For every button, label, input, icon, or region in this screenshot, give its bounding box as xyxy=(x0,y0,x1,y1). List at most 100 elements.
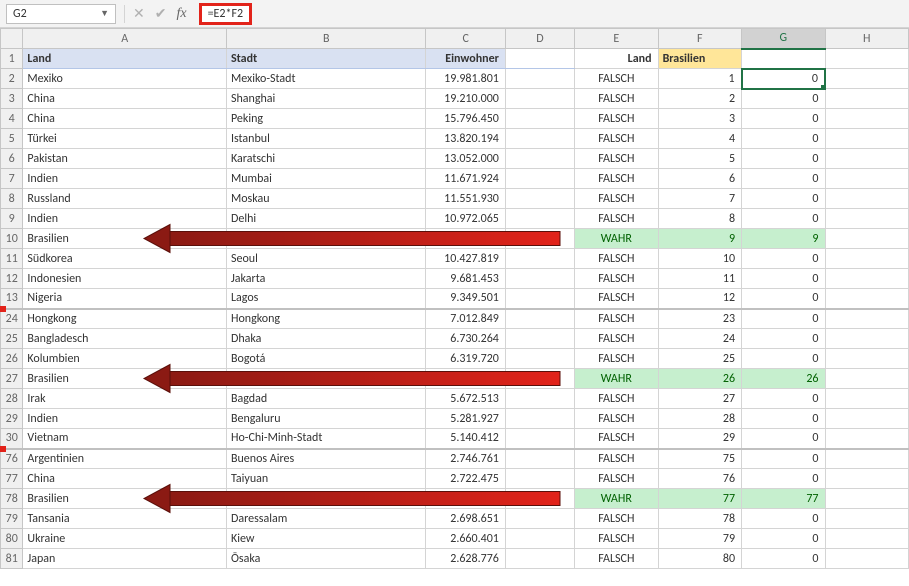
cell-f[interactable]: 26 xyxy=(658,369,741,389)
cell-e[interactable]: WAHR xyxy=(575,369,658,389)
cell-g[interactable]: 26 xyxy=(742,369,825,389)
cell[interactable] xyxy=(505,449,574,469)
cell-einwohner[interactable]: 2.698.651 xyxy=(426,509,505,529)
cell[interactable] xyxy=(825,489,909,509)
cell-e[interactable]: FALSCH xyxy=(575,109,658,129)
cell[interactable] xyxy=(505,369,574,389)
cell-e[interactable]: FALSCH xyxy=(575,69,658,89)
cell-land[interactable]: Indien xyxy=(23,169,227,189)
cell-g[interactable]: 0 xyxy=(742,189,825,209)
cell[interactable] xyxy=(505,249,574,269)
cell[interactable] xyxy=(825,409,909,429)
cell-stadt[interactable]: Lagos xyxy=(226,289,426,309)
cell-stadt[interactable]: Taiyuan xyxy=(226,469,426,489)
cell-f[interactable]: 7 xyxy=(658,189,741,209)
row-header[interactable]: 27 xyxy=(1,369,23,389)
cell-f[interactable]: 6 xyxy=(658,169,741,189)
cell-einwohner[interactable]: 13.052.000 xyxy=(426,149,505,169)
cell-f[interactable]: 75 xyxy=(658,449,741,469)
cell[interactable] xyxy=(505,389,574,409)
cell[interactable] xyxy=(825,289,909,309)
cell-stadt[interactable]: Ho-Chi-Minh-Stadt xyxy=(226,429,426,449)
cell[interactable] xyxy=(825,189,909,209)
col-header-H[interactable]: H xyxy=(825,29,909,49)
row-header[interactable]: 25 xyxy=(1,329,23,349)
cell-land[interactable]: Mexiko xyxy=(23,69,227,89)
cell-einwohner[interactable]: 5.281.927 xyxy=(426,409,505,429)
cell[interactable] xyxy=(825,249,909,269)
cell[interactable] xyxy=(505,189,574,209)
row-header[interactable]: 6 xyxy=(1,149,23,169)
cell-einwohner[interactable]: 10.427.819 xyxy=(426,249,505,269)
cell[interactable] xyxy=(505,289,574,309)
cell-f[interactable]: 24 xyxy=(658,329,741,349)
enter-icon[interactable]: ✔ xyxy=(155,7,167,21)
header-land[interactable]: Land xyxy=(23,49,227,69)
cell-einwohner[interactable]: 6.319.720 xyxy=(426,349,505,369)
cell-stadt[interactable]: Buenos Aires xyxy=(226,449,426,469)
row-header[interactable]: 24 xyxy=(1,309,23,329)
cell[interactable] xyxy=(825,389,909,409)
cell-stadt[interactable]: Ōsaka xyxy=(226,549,426,569)
cell[interactable] xyxy=(505,69,574,89)
cell-e[interactable]: FALSCH xyxy=(575,149,658,169)
cell[interactable] xyxy=(505,269,574,289)
cell-einwohner[interactable] xyxy=(426,369,505,389)
cell-f[interactable]: 1 xyxy=(658,69,741,89)
cell-g[interactable]: 0 xyxy=(742,69,825,89)
fx-icon[interactable]: fx xyxy=(176,7,186,21)
formula-input[interactable] xyxy=(252,4,903,24)
cell-land[interactable]: Irak xyxy=(23,389,227,409)
cell-land[interactable]: Nigeria xyxy=(23,289,227,309)
cell-e[interactable]: FALSCH xyxy=(575,469,658,489)
row-header[interactable]: 77 xyxy=(1,469,23,489)
cell-e[interactable]: FALSCH xyxy=(575,549,658,569)
cell-g[interactable]: 77 xyxy=(742,489,825,509)
cell-land[interactable]: Indonesien xyxy=(23,269,227,289)
cell-g[interactable]: 0 xyxy=(742,89,825,109)
row-header[interactable]: 11 xyxy=(1,249,23,269)
cell-f[interactable]: 5 xyxy=(658,149,741,169)
row-header[interactable]: 8 xyxy=(1,189,23,209)
cell-einwohner[interactable]: 19.210.000 xyxy=(426,89,505,109)
cell[interactable] xyxy=(505,109,574,129)
cell-land[interactable]: Argentinien xyxy=(23,449,227,469)
cell-stadt[interactable]: Mexiko-Stadt xyxy=(226,69,426,89)
cell[interactable] xyxy=(505,89,574,109)
cell-g[interactable]: 0 xyxy=(742,469,825,489)
cell-land[interactable]: China xyxy=(23,109,227,129)
cell-einwohner[interactable] xyxy=(426,489,505,509)
cell-g[interactable]: 0 xyxy=(742,309,825,329)
cell[interactable] xyxy=(505,349,574,369)
cell[interactable] xyxy=(505,229,574,249)
cell-e[interactable]: WAHR xyxy=(575,489,658,509)
cell-f[interactable]: 25 xyxy=(658,349,741,369)
cell-einwohner[interactable]: 2.628.776 xyxy=(426,549,505,569)
cell-f[interactable]: 76 xyxy=(658,469,741,489)
cell-land[interactable]: Türkei xyxy=(23,129,227,149)
cell-f[interactable]: 79 xyxy=(658,529,741,549)
cell-stadt[interactable]: Jakarta xyxy=(226,269,426,289)
select-all-corner[interactable] xyxy=(1,29,23,49)
cell-g[interactable]: 0 xyxy=(742,349,825,369)
row-header[interactable]: 12 xyxy=(1,269,23,289)
cell-einwohner[interactable]: 15.796.450 xyxy=(426,109,505,129)
cell[interactable] xyxy=(825,449,909,469)
cell-land[interactable]: Ukraine xyxy=(23,529,227,549)
cell-land[interactable]: Brasilien xyxy=(23,369,227,389)
cell-einwohner[interactable]: 10.972.065 xyxy=(426,209,505,229)
row-header[interactable]: 7 xyxy=(1,169,23,189)
cell-e[interactable]: FALSCH xyxy=(575,349,658,369)
cell-g[interactable]: 0 xyxy=(742,429,825,449)
cell-e[interactable]: FALSCH xyxy=(575,309,658,329)
cell-stadt[interactable]: Bagdad xyxy=(226,389,426,409)
cell-land[interactable]: Südkorea xyxy=(23,249,227,269)
cell[interactable] xyxy=(505,469,574,489)
cell[interactable] xyxy=(825,329,909,349)
cell-g[interactable]: 0 xyxy=(742,269,825,289)
cell[interactable] xyxy=(505,209,574,229)
col-header-G[interactable]: G xyxy=(742,29,825,49)
row-header[interactable]: 10 xyxy=(1,229,23,249)
cell[interactable] xyxy=(505,489,574,509)
cell-f[interactable]: 10 xyxy=(658,249,741,269)
